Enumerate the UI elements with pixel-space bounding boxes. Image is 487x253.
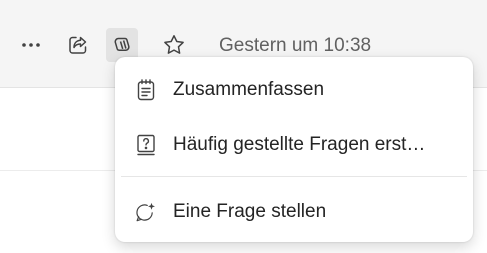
copilot-icon (114, 37, 130, 51)
menu-divider (121, 176, 467, 177)
menu-item-faq[interactable]: Häufig gestellte Fragen erst… (121, 122, 467, 168)
menu-item-ask-question[interactable]: Eine Frage stellen (121, 189, 467, 235)
copilot-menu: Zusammenfassen Häufig gestellte Fragen e… (115, 57, 473, 242)
chat-sparkle-icon (135, 200, 157, 224)
share-button[interactable] (62, 28, 94, 62)
menu-item-label: Zusammenfassen (173, 79, 325, 100)
share-icon (69, 36, 87, 54)
summary-notes-icon (135, 78, 157, 102)
menu-item-summarize[interactable]: Zusammenfassen (121, 67, 467, 113)
faq-question-icon (135, 133, 157, 157)
ellipsis-icon (22, 43, 40, 47)
more-options-button[interactable] (15, 28, 47, 62)
menu-item-label: Eine Frage stellen (173, 201, 327, 222)
message-timestamp: Gestern um 10:38 (219, 35, 372, 56)
star-icon (164, 35, 184, 54)
menu-item-label: Häufig gestellte Fragen erst… (173, 134, 426, 155)
